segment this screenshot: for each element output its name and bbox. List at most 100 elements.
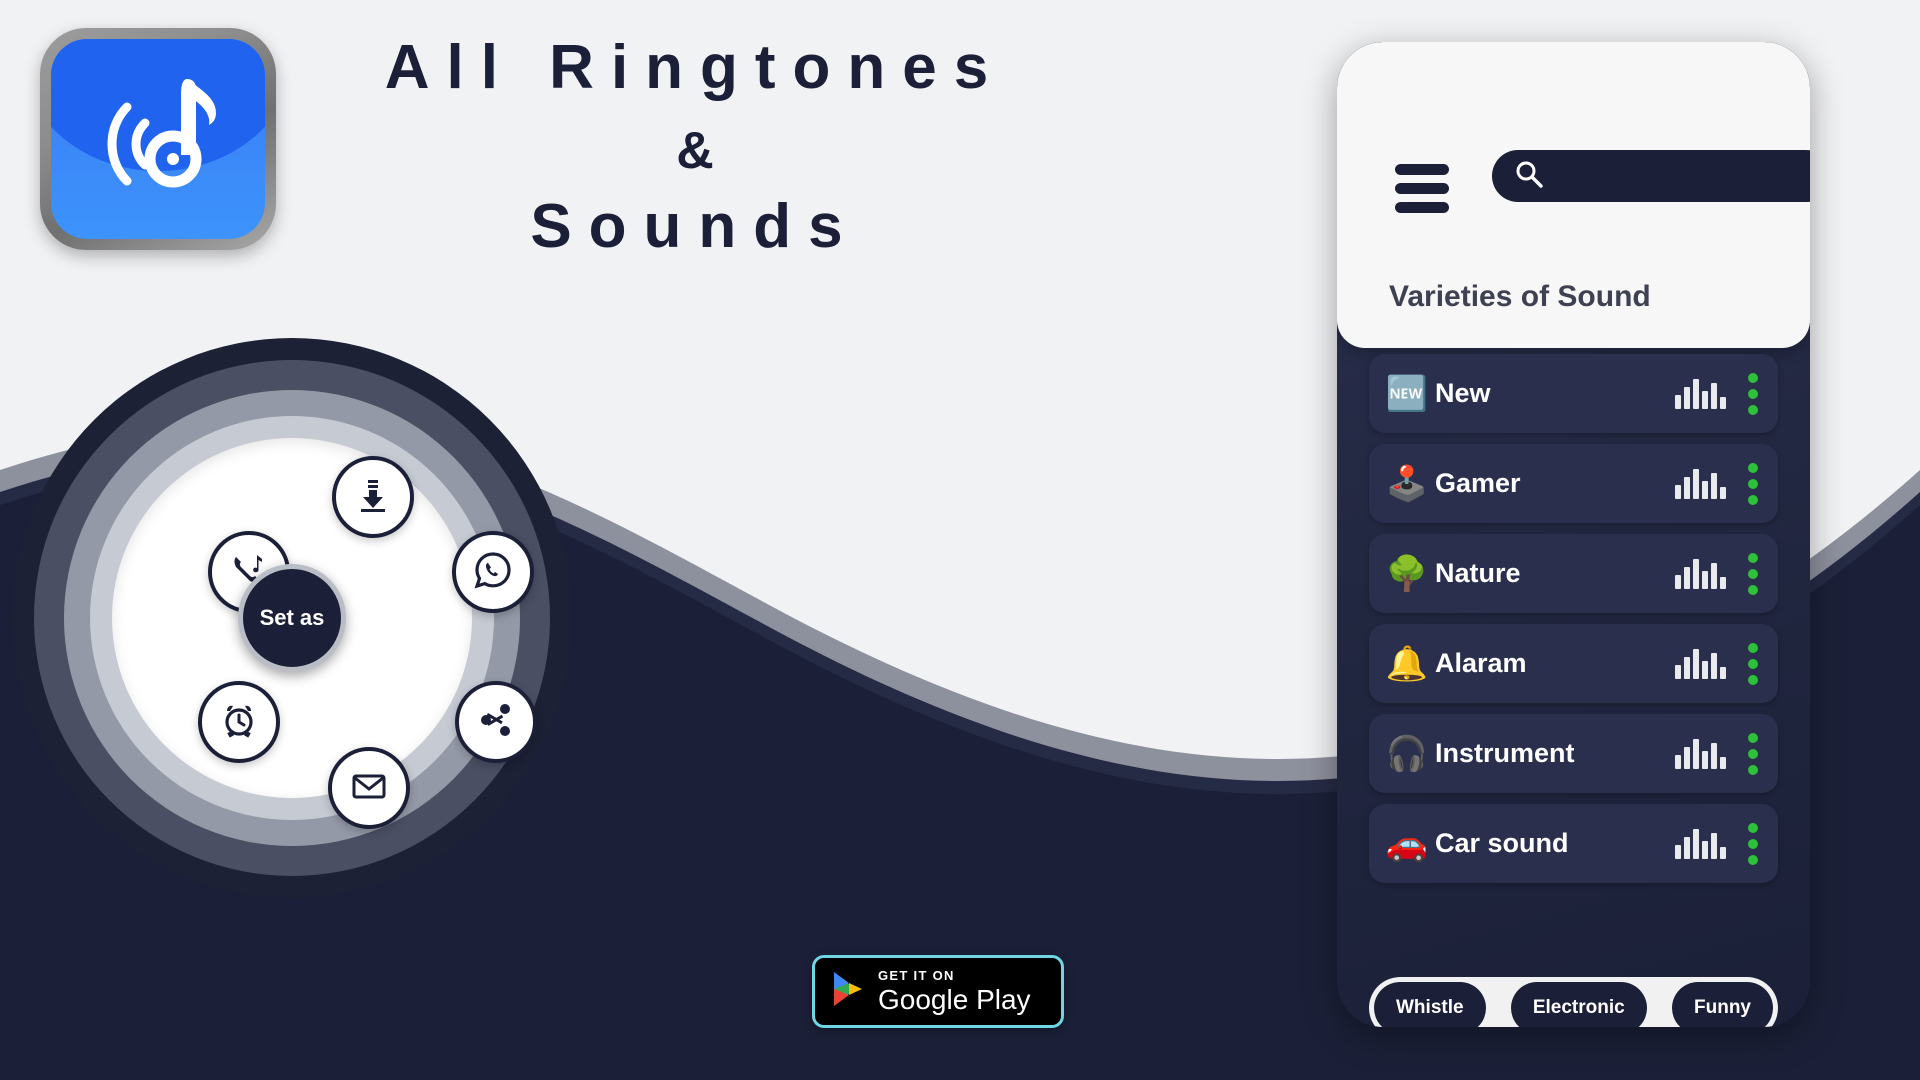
phone-header-panel: Varieties of Sound [1337,42,1810,348]
more-vertical-icon[interactable] [1742,819,1764,869]
category-chip[interactable]: Whistle [1374,982,1486,1027]
equalizer-bar [1711,382,1717,409]
equalizer-icon[interactable] [1675,558,1726,589]
more-vertical-icon[interactable] [1742,549,1764,599]
search-icon [1514,159,1544,194]
menu-dot [1748,584,1758,595]
equalizer-icon[interactable] [1675,378,1726,409]
app-icon [40,28,276,250]
equalizer-bar [1720,486,1726,499]
more-vertical-icon[interactable] [1742,639,1764,689]
category-label: Nature [1435,558,1521,588]
category-emoji-icon: 🆕 [1385,374,1429,413]
equalizer-bar [1702,840,1708,859]
google-play-text: GET IT ON Google Play [878,969,1031,1014]
equalizer-bar [1693,468,1699,499]
equalizer-icon[interactable] [1675,648,1726,679]
set-as-radial-menu: Set as [12,338,572,898]
equalizer-bar [1711,562,1717,589]
menu-dot [1748,494,1758,505]
menu-dot [1748,642,1758,653]
equalizer-bar [1684,386,1690,409]
title-line-1: All Ringtones [384,33,1006,102]
hamburger-menu-icon[interactable] [1395,164,1449,213]
more-vertical-icon[interactable] [1742,369,1764,419]
menu-dot [1748,854,1758,865]
equalizer-bar [1693,558,1699,589]
equalizer-bar [1711,742,1717,769]
google-play-triangle-icon [831,970,865,1013]
radial-item-whatsapp[interactable] [452,531,534,613]
hamburger-bar-3 [1395,202,1449,213]
equalizer-bar [1675,484,1681,499]
search-input[interactable] [1492,150,1810,202]
set-as-label: Set as [259,605,325,630]
sound-category-row[interactable]: 🚗 Car sound [1369,804,1778,883]
equalizer-bar [1684,566,1690,589]
equalizer-bar [1711,832,1717,859]
equalizer-bar [1675,844,1681,859]
title-line-2: & [676,122,714,180]
category-label: Car sound [1435,828,1569,858]
radial-item-share[interactable] [455,681,537,763]
equalizer-icon[interactable] [1675,738,1726,769]
equalizer-bar [1720,756,1726,769]
equalizer-bar [1675,754,1681,769]
equalizer-bar [1720,666,1726,679]
menu-dot [1748,838,1758,849]
equalizer-bar [1684,656,1690,679]
equalizer-bar [1675,574,1681,589]
equalizer-bar [1720,576,1726,589]
equalizer-bar [1702,570,1708,589]
set-as-button[interactable]: Set as [238,564,346,672]
equalizer-bar [1684,836,1690,859]
category-label: Instrument [1435,738,1575,768]
menu-dot [1748,372,1758,383]
equalizer-icon[interactable] [1675,468,1726,499]
radial-item-download[interactable] [332,456,414,538]
equalizer-icon[interactable] [1675,828,1726,859]
category-emoji-icon: 🎧 [1385,734,1429,773]
poster-canvas: All Ringtones & Sounds Set as GET IT ON … [0,0,1920,1080]
equalizer-bar [1702,480,1708,499]
google-play-badge[interactable]: GET IT ON Google Play [812,955,1064,1028]
category-chip[interactable]: Electronic [1510,982,1647,1027]
download-icon [353,475,393,520]
category-emoji-icon: 🌳 [1385,554,1429,593]
category-label: Alaram [1435,648,1527,678]
sound-category-row[interactable]: 🆕 New [1369,354,1778,433]
page-title: Varieties of Sound [1389,280,1651,313]
equalizer-bar [1711,652,1717,679]
whatsapp-icon [472,549,514,596]
more-vertical-icon[interactable] [1742,729,1764,779]
hamburger-bar-2 [1395,183,1449,194]
equalizer-bar [1702,750,1708,769]
equalizer-bar [1702,660,1708,679]
equalizer-bar [1675,394,1681,409]
sound-category-row[interactable]: 🕹️ Gamer [1369,444,1778,523]
menu-dot [1748,568,1758,579]
share-icon [475,699,517,746]
music-note-waves-icon [51,39,265,239]
category-emoji-icon: 🚗 [1385,824,1429,863]
radial-item-mail[interactable] [328,747,410,829]
menu-dot [1748,732,1758,743]
equalizer-bar [1684,746,1690,769]
category-emoji-icon: 🕹️ [1385,464,1429,503]
poster-title: All Ringtones & Sounds [300,20,1090,267]
phone-mockup: Varieties of Sound 🆕 New 🕹️ Gamer 🌳 Nature 🔔 Al… [1337,42,1810,1027]
menu-dot [1748,552,1758,563]
title-line-3: Sounds [530,192,860,261]
menu-dot [1748,404,1758,415]
equalizer-bar [1684,476,1690,499]
sound-category-row[interactable]: 🌳 Nature [1369,534,1778,613]
menu-dot [1748,658,1758,669]
category-label: Gamer [1435,468,1521,498]
sound-category-row[interactable]: 🔔 Alaram [1369,624,1778,703]
menu-dot [1748,822,1758,833]
category-chip[interactable]: Funny [1672,982,1773,1027]
hamburger-bar-1 [1395,164,1449,175]
radial-item-alarm[interactable] [198,681,280,763]
sound-category-row[interactable]: 🎧 Instrument [1369,714,1778,793]
more-vertical-icon[interactable] [1742,459,1764,509]
